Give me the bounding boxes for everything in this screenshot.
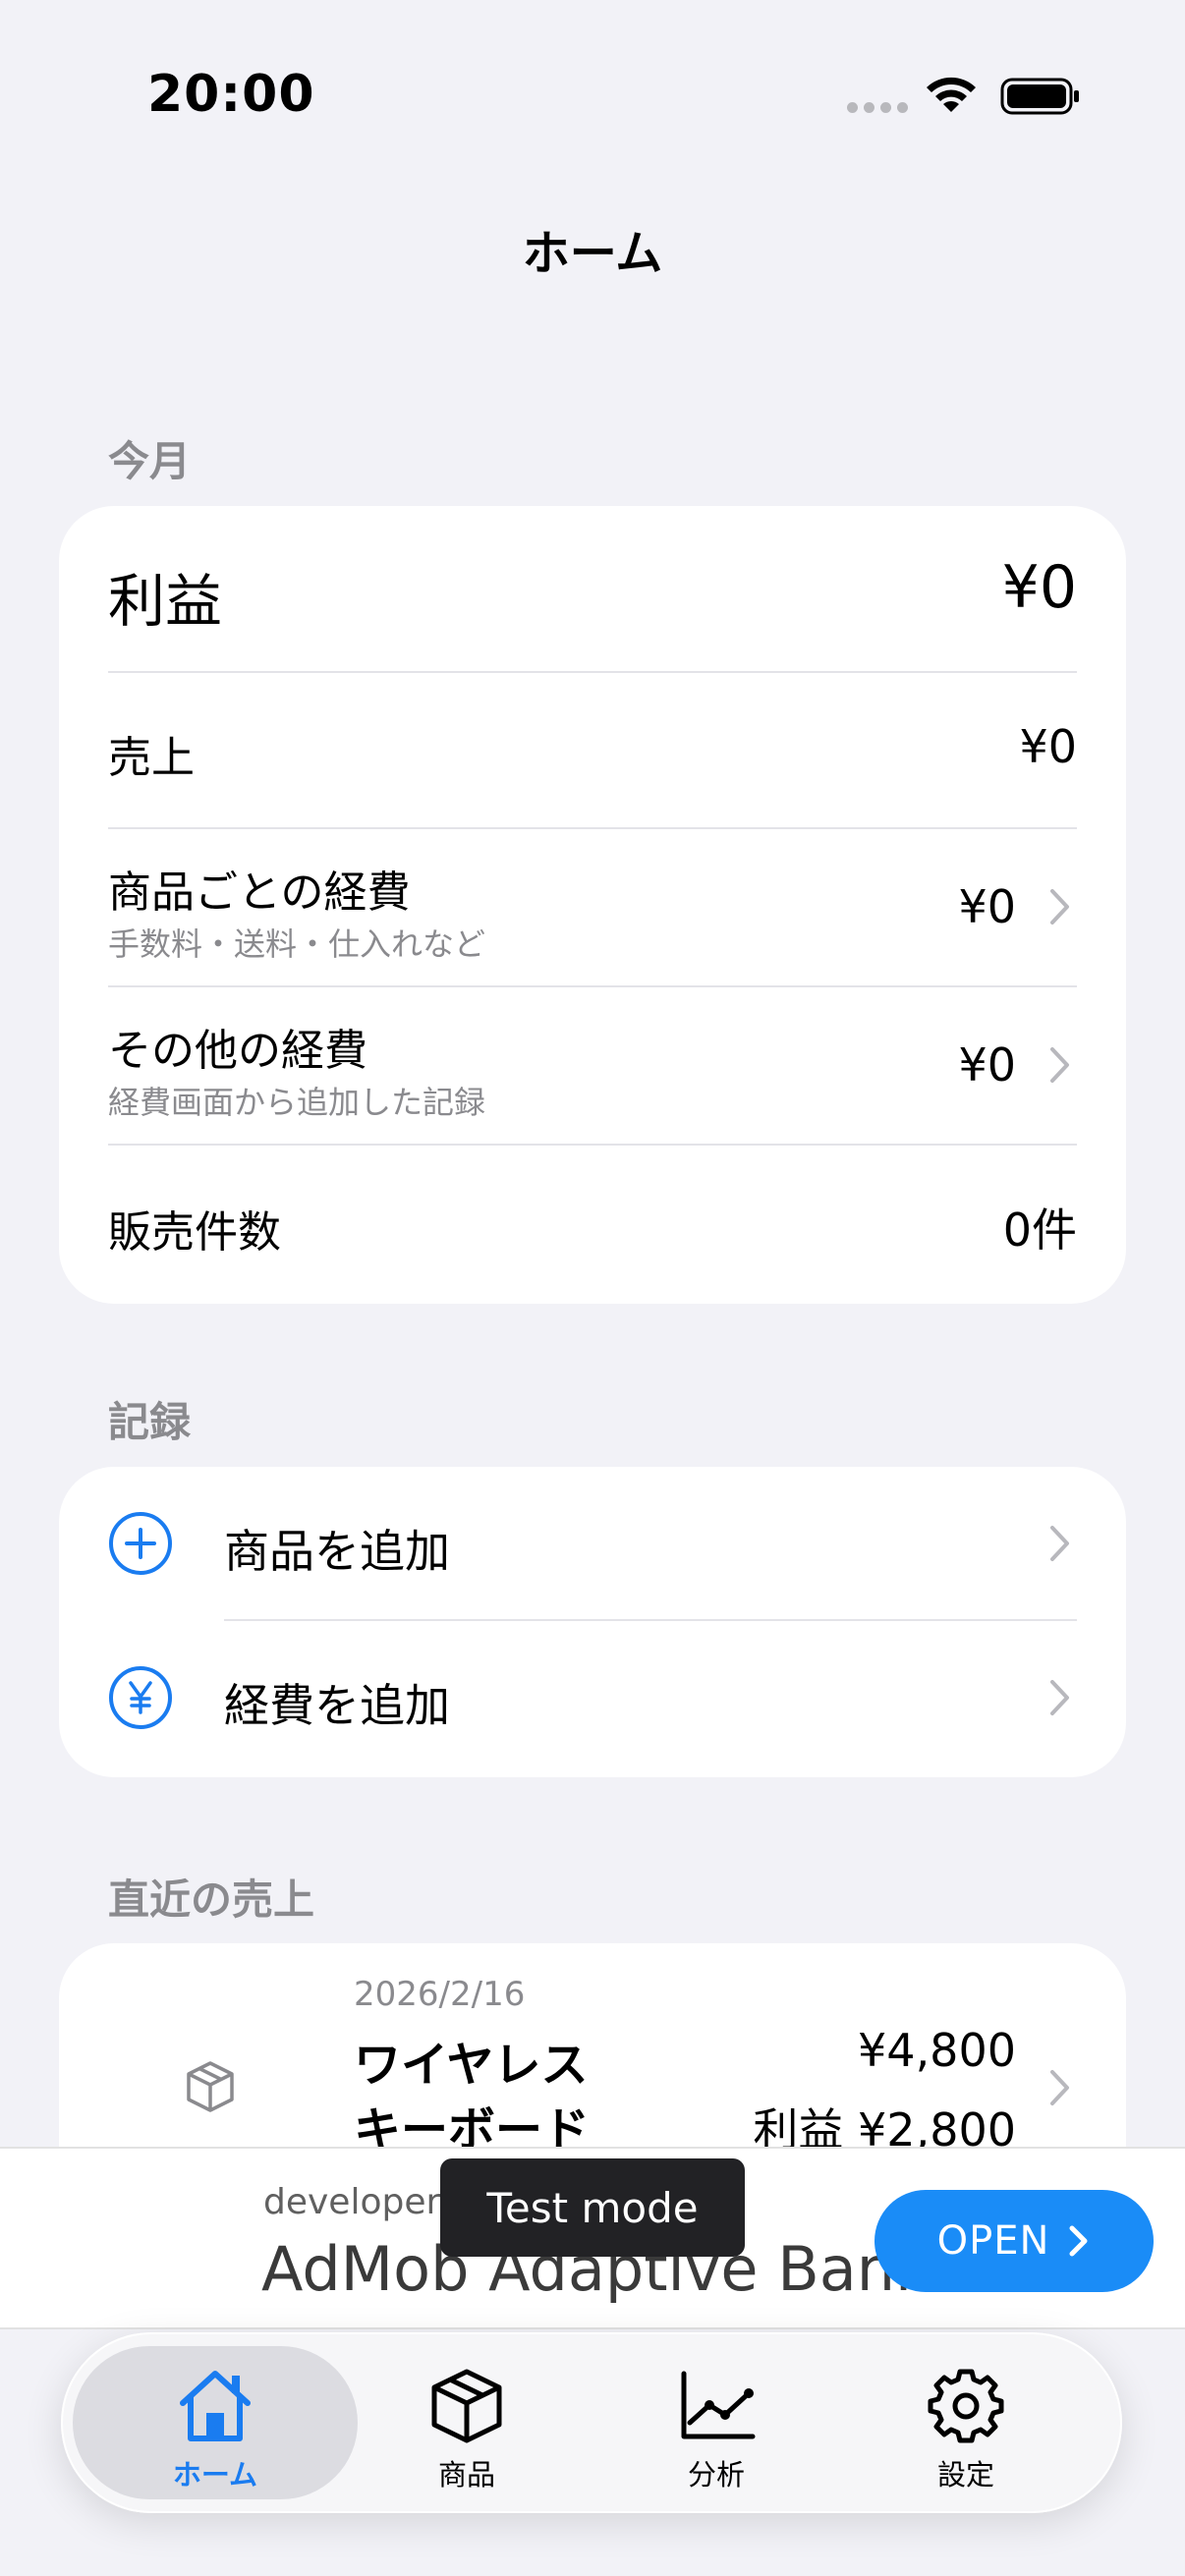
add-expense-label: 経費を追加 xyxy=(224,1679,450,1732)
add-item-row[interactable]: 商品を追加 xyxy=(59,1467,1126,1620)
chevron-right-icon xyxy=(1050,2070,1069,2105)
ad-open-label: OPEN xyxy=(936,2218,1050,2264)
other-expenses-label: その他の経費 xyxy=(108,1026,367,1076)
yen-circle-icon xyxy=(109,1666,172,1729)
this-month-card: 利益 ¥0 売上 ¥0 商品ごとの経費 手数料・送料・仕入れなど ¥0 その他の… xyxy=(59,506,1126,1304)
tab-settings[interactable]: 設定 xyxy=(823,2346,1108,2499)
section-header-recent-sales: 直近の売上 xyxy=(108,1876,315,1924)
gear-icon xyxy=(928,2369,1004,2443)
tab-items[interactable]: 商品 xyxy=(324,2346,609,2499)
sale-name-line1: ワイヤレス xyxy=(354,2038,589,2093)
chevron-right-icon xyxy=(1069,2225,1088,2257)
cube-icon xyxy=(431,2369,502,2443)
add-item-label: 商品を追加 xyxy=(224,1525,450,1578)
tab-settings-label: 設定 xyxy=(936,2458,994,2492)
chevron-right-icon xyxy=(1050,1680,1069,1715)
page-title: ホーム xyxy=(522,226,663,281)
wifi-icon xyxy=(927,77,976,112)
tab-analysis[interactable]: 分析 xyxy=(574,2346,859,2499)
sales-label: 売上 xyxy=(108,733,195,783)
plus-circle-icon xyxy=(109,1512,172,1575)
tab-home[interactable]: ホーム xyxy=(73,2346,358,2499)
cellular-signal-icon xyxy=(847,102,908,113)
battery-icon xyxy=(1000,78,1079,115)
cube-icon xyxy=(187,2061,234,2112)
status-bar: 20:00 xyxy=(0,0,1185,187)
house-icon xyxy=(180,2371,251,2441)
other-expenses-row[interactable]: その他の経費 経費画面から追加した記録 ¥0 xyxy=(59,987,1126,1145)
sale-list-item[interactable]: 2026/2/16 ワイヤレス キーボード ¥4,800 利益 ¥2,800 xyxy=(59,1943,1126,2179)
tab-bar: ホーム 商品 分析 設定 xyxy=(61,2332,1122,2513)
profit-row: 利益 ¥0 xyxy=(59,506,1126,673)
sales-count-row: 販売件数 0件 xyxy=(59,1146,1126,1304)
test-mode-badge: Test mode xyxy=(440,2158,745,2257)
tab-items-label: 商品 xyxy=(437,2458,495,2492)
status-time: 20:00 xyxy=(147,65,315,124)
chevron-right-icon xyxy=(1050,1047,1069,1083)
recent-sales-card: 2026/2/16 ワイヤレス キーボード ¥4,800 利益 ¥2,800 xyxy=(59,1943,1126,2179)
chevron-right-icon xyxy=(1050,1526,1069,1561)
sale-date: 2026/2/16 xyxy=(354,1975,526,2014)
ad-open-button[interactable]: OPEN xyxy=(875,2190,1154,2292)
item-expenses-sub: 手数料・送料・仕入れなど xyxy=(108,925,486,963)
tab-analysis-label: 分析 xyxy=(687,2458,745,2492)
chart-icon xyxy=(681,2371,756,2439)
section-header-this-month: 今月 xyxy=(108,437,192,485)
sale-price: ¥4,800 xyxy=(858,2024,1016,2077)
records-card: 商品を追加 経費を追加 xyxy=(59,1467,1126,1777)
add-expense-row[interactable]: 経費を追加 xyxy=(59,1621,1126,1777)
sales-row: 売上 ¥0 xyxy=(59,673,1126,828)
sales-value: ¥0 xyxy=(1019,720,1077,773)
item-expenses-label: 商品ごとの経費 xyxy=(108,868,411,918)
chevron-right-icon xyxy=(1050,889,1069,924)
other-expenses-sub: 経費画面から追加した記録 xyxy=(108,1084,486,1121)
other-expenses-value: ¥0 xyxy=(958,1038,1016,1092)
item-expenses-value: ¥0 xyxy=(958,880,1016,933)
profit-value: ¥0 xyxy=(1001,553,1077,622)
sales-count-value: 0件 xyxy=(1002,1204,1077,1257)
profit-label: 利益 xyxy=(108,568,223,635)
tab-home-label: ホーム xyxy=(172,2458,258,2492)
section-header-records: 記録 xyxy=(108,1398,192,1446)
sales-count-label: 販売件数 xyxy=(108,1207,281,1258)
item-expenses-row[interactable]: 商品ごとの経費 手数料・送料・仕入れなど ¥0 xyxy=(59,829,1126,986)
